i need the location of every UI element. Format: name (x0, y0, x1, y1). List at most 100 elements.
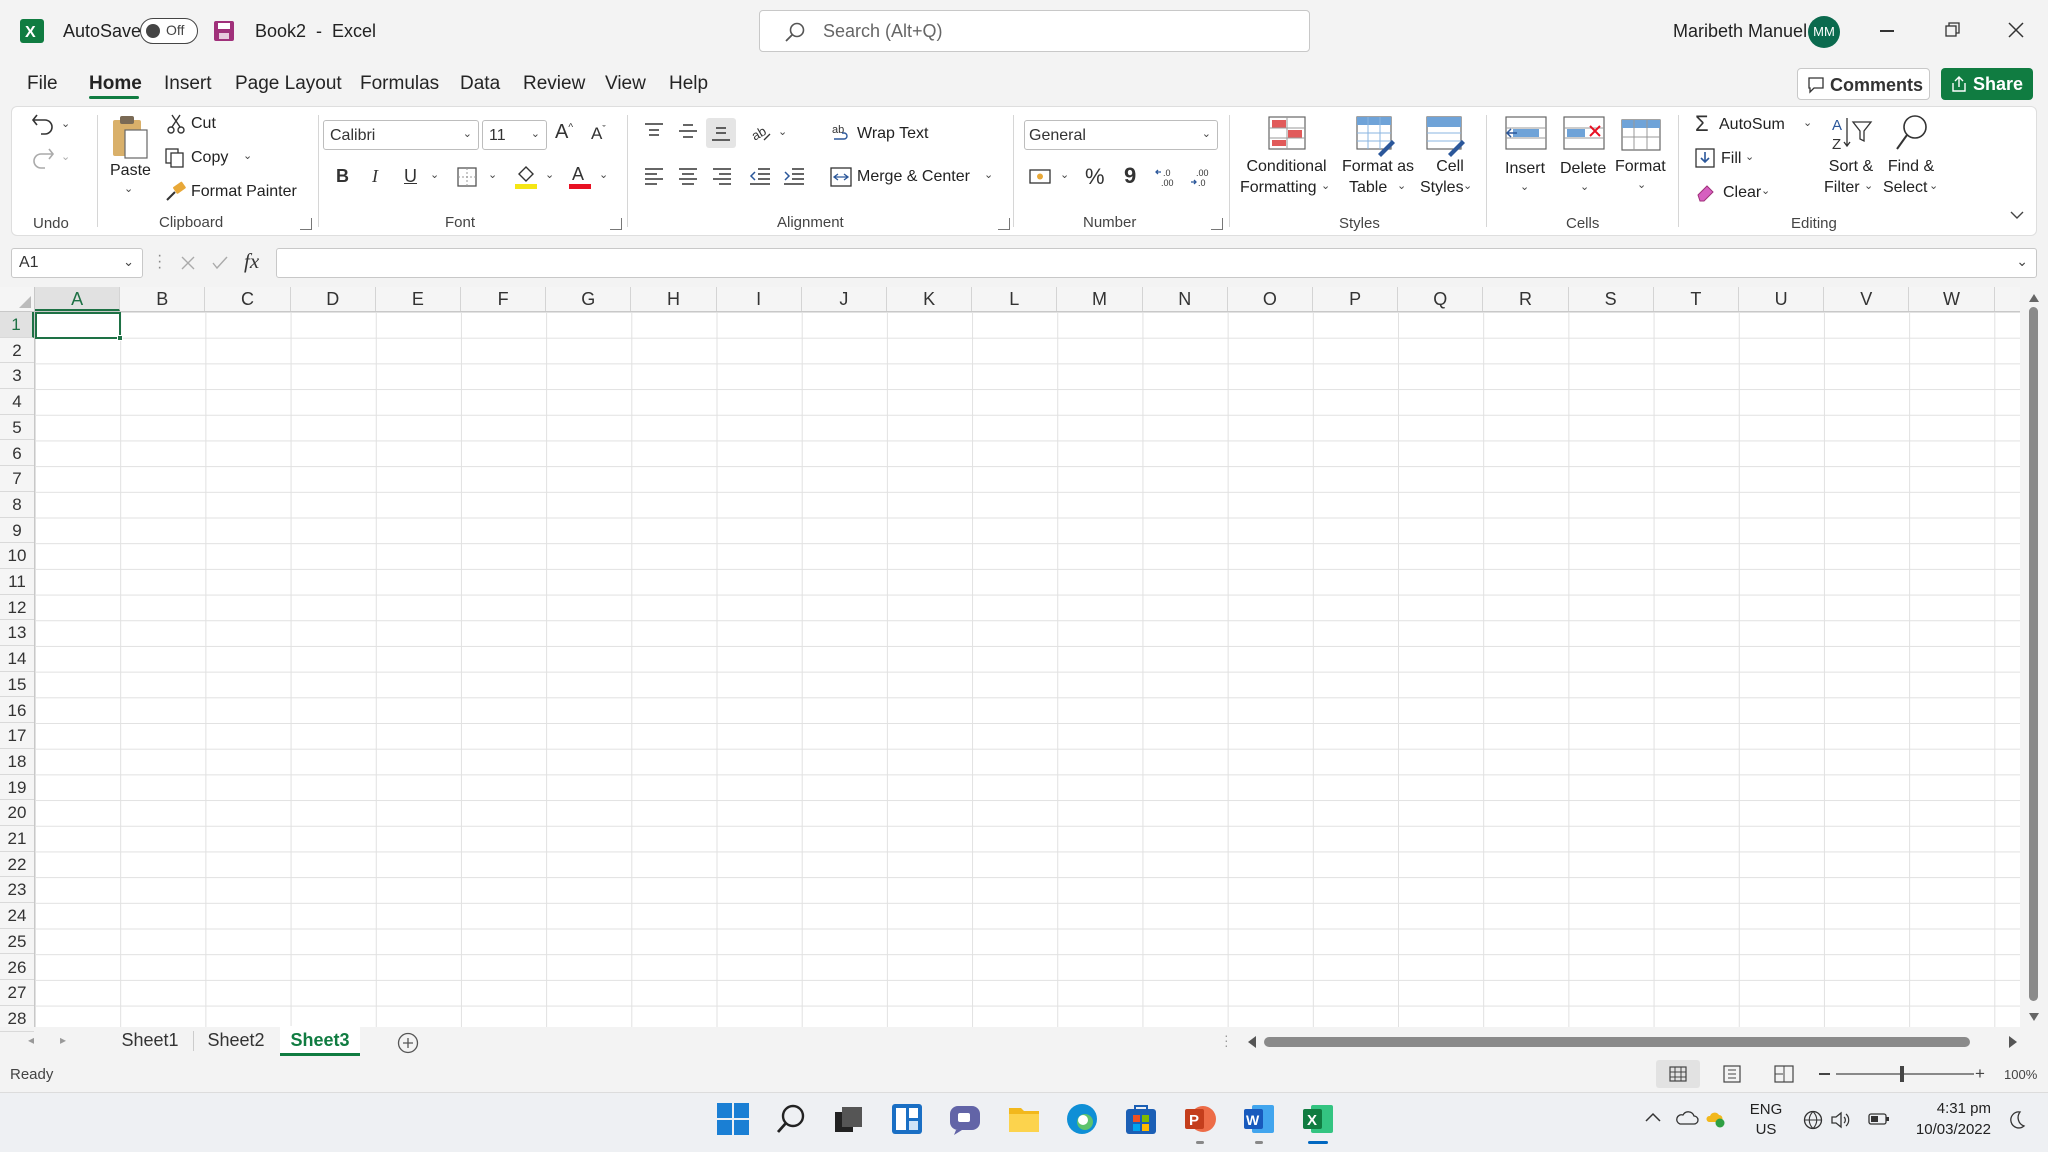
row-header-15[interactable]: 15 (0, 672, 34, 698)
column-header-l[interactable]: L (972, 287, 1058, 311)
font-name-select[interactable]: Calibri ⌄ (323, 120, 479, 150)
column-header-r[interactable]: R (1483, 287, 1569, 311)
task-view-icon[interactable] (829, 1099, 869, 1139)
column-header-o[interactable]: O (1228, 287, 1313, 311)
number-format-select[interactable]: General ⌄ (1024, 120, 1218, 150)
column-header-j[interactable]: J (802, 287, 887, 311)
row-header-2[interactable]: 2 (0, 338, 34, 364)
row-header-11[interactable]: 11 (0, 569, 34, 595)
delete-cells-button[interactable]: Delete ⌄ (1556, 114, 1612, 204)
column-header-u[interactable]: U (1739, 287, 1825, 311)
increase-indent-icon[interactable] (783, 167, 805, 185)
row-header-4[interactable]: 4 (0, 389, 34, 415)
conditional-formatting-button[interactable]: Conditional Formatting ⌄ (1239, 114, 1334, 204)
format-as-table-button[interactable]: Format as Table ⌄ (1338, 114, 1418, 204)
battery-icon[interactable] (1868, 1112, 1890, 1126)
horizontal-scroll-thumb[interactable] (1264, 1037, 1970, 1047)
font-color-icon[interactable]: A (569, 164, 591, 190)
comments-button[interactable]: Comments (1797, 68, 1930, 100)
orientation-dropdown-icon[interactable]: ⌄ (778, 125, 787, 138)
align-right-icon[interactable] (712, 167, 732, 185)
merge-center-button[interactable]: Merge & Center ⌄ (830, 163, 1000, 191)
row-header-5[interactable]: 5 (0, 415, 34, 441)
name-box[interactable]: A1 ⌄ (11, 248, 143, 278)
cancel-entry-icon[interactable] (181, 256, 195, 270)
increase-decimal-icon[interactable]: .0.00 (1155, 166, 1179, 188)
clipboard-launcher-icon[interactable] (300, 218, 312, 230)
percent-button[interactable]: % (1085, 164, 1105, 190)
sheet-nav-prev-icon[interactable]: ◂ (28, 1033, 34, 1047)
tab-file[interactable]: File (27, 73, 58, 95)
collapse-ribbon-icon[interactable] (2010, 210, 2024, 220)
minimize-icon[interactable] (1880, 30, 1894, 32)
start-icon[interactable] (713, 1099, 753, 1139)
redo-icon[interactable] (31, 147, 55, 169)
tab-data[interactable]: Data (460, 73, 500, 95)
row-header-9[interactable]: 9 (0, 518, 34, 544)
active-cell[interactable] (35, 312, 123, 341)
italic-button[interactable]: I (372, 166, 378, 187)
column-header-t[interactable]: T (1654, 287, 1739, 311)
input-language[interactable]: ENG US (1748, 1101, 1784, 1138)
fill-color-dropdown-icon[interactable]: ⌄ (545, 168, 554, 181)
insert-cells-button[interactable]: Insert ⌄ (1500, 114, 1550, 204)
zoom-slider-thumb[interactable] (1900, 1066, 1904, 1082)
column-header-c[interactable]: C (205, 287, 291, 311)
share-button[interactable]: Share (1941, 68, 2033, 100)
chat-icon[interactable] (945, 1099, 985, 1139)
row-header-25[interactable]: 25 (0, 929, 34, 955)
column-header-v[interactable]: V (1824, 287, 1910, 311)
more-options-icon[interactable]: · · · (157, 248, 162, 276)
cell-grid[interactable] (35, 312, 2020, 1027)
comma-button[interactable]: 9 (1124, 163, 1136, 189)
column-header-s[interactable]: S (1569, 287, 1654, 311)
store-icon[interactable] (1121, 1099, 1161, 1139)
select-all-corner[interactable] (0, 287, 35, 312)
borders-dropdown-icon[interactable]: ⌄ (488, 168, 497, 181)
format-painter-button[interactable]: Format Painter (163, 180, 303, 206)
close-icon[interactable] (2008, 22, 2024, 38)
sheet-tab-2[interactable]: Sheet2 (198, 1026, 274, 1056)
row-header-24[interactable]: 24 (0, 903, 34, 929)
row-header-12[interactable]: 12 (0, 595, 34, 621)
row-header-17[interactable]: 17 (0, 723, 34, 749)
fill-handle[interactable] (117, 335, 123, 341)
expand-formula-icon[interactable]: ⌄ (2016, 253, 2028, 270)
insert-function-button[interactable]: fx (244, 249, 259, 274)
row-header-1[interactable]: 1 (0, 312, 34, 338)
row-header-27[interactable]: 27 (0, 980, 34, 1006)
scroll-right-icon[interactable] (2009, 1036, 2017, 1048)
bold-button[interactable]: B (336, 166, 349, 187)
normal-view-button[interactable] (1656, 1060, 1700, 1088)
column-header-f[interactable]: F (461, 287, 547, 311)
currency-icon[interactable] (1029, 167, 1053, 187)
scroll-up-icon[interactable] (2029, 294, 2039, 302)
column-header-h[interactable]: H (631, 287, 717, 311)
autosave-toggle[interactable]: Off (140, 18, 198, 44)
tab-help[interactable]: Help (669, 73, 708, 95)
currency-dropdown-icon[interactable]: ⌄ (1060, 168, 1069, 181)
tab-review[interactable]: Review (523, 73, 585, 95)
sort-filter-button[interactable]: AZ Sort & Filter ⌄ (1822, 112, 1887, 204)
row-header-22[interactable]: 22 (0, 852, 34, 878)
top-align-icon[interactable] (644, 122, 664, 140)
add-sheet-icon[interactable] (397, 1032, 419, 1054)
user-name[interactable]: Maribeth Manuel (1673, 21, 1807, 42)
tab-insert[interactable]: Insert (164, 73, 212, 95)
show-hidden-icons[interactable] (1645, 1112, 1661, 1122)
page-layout-view-icon[interactable] (1723, 1065, 1741, 1083)
cell-styles-button[interactable]: Cell Styles ⌄ (1420, 114, 1480, 204)
formula-input[interactable]: ⌄ (276, 248, 2037, 278)
zoom-out-icon[interactable] (1819, 1073, 1830, 1075)
row-header-18[interactable]: 18 (0, 749, 34, 775)
bottom-align-icon[interactable] (706, 118, 736, 148)
alignment-launcher-icon[interactable] (998, 218, 1010, 230)
zoom-in-icon[interactable]: + (1975, 1064, 1985, 1084)
confirm-entry-icon[interactable] (212, 256, 228, 270)
copy-button[interactable]: Copy ⌄ (163, 146, 263, 172)
column-header-a[interactable]: A (35, 287, 121, 311)
wrap-text-button[interactable]: ab Wrap Text (832, 120, 942, 148)
autosum-button[interactable]: Σ AutoSum ⌄ (1693, 111, 1813, 138)
row-header-26[interactable]: 26 (0, 955, 34, 981)
zoom-level[interactable]: 100% (2004, 1067, 2037, 1082)
